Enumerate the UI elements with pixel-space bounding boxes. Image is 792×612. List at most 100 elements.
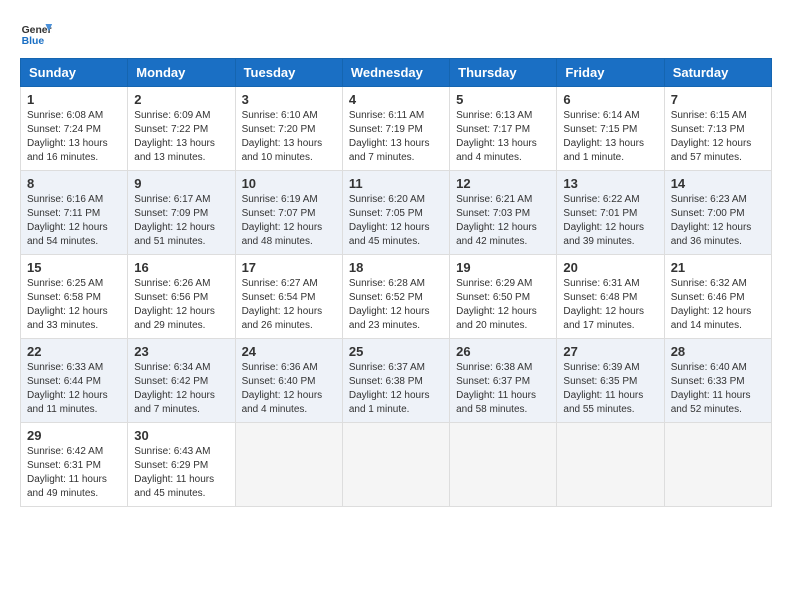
day-number: 5 bbox=[456, 92, 550, 107]
table-row: 23 Sunrise: 6:34 AM Sunset: 6:42 PM Dayli… bbox=[128, 339, 235, 423]
weekday-header-sunday: Sunday bbox=[21, 59, 128, 87]
day-info: Sunrise: 6:13 AM Sunset: 7:17 PM Dayligh… bbox=[456, 109, 550, 165]
day-number: 15 bbox=[27, 260, 121, 275]
calendar-week-2: 8Sunrise: 6:16 AM Sunset: 7:11 PM Daylig… bbox=[21, 171, 772, 255]
table-row: 30 Sunrise: 6:43 AM Sunset: 6:29 PM Dayli… bbox=[128, 423, 235, 507]
table-row: 27 Sunrise: 6:39 AM Sunset: 6:35 PM Dayli… bbox=[557, 339, 664, 423]
table-row: 17 Sunrise: 6:27 AM Sunset: 6:54 PM Dayli… bbox=[235, 255, 342, 339]
day-number: 8 bbox=[27, 176, 121, 191]
table-row: 13 Sunrise: 6:22 AM Sunset: 7:01 PM Dayli… bbox=[557, 171, 664, 255]
day-info: Sunrise: 6:26 AM Sunset: 6:56 PM Dayligh… bbox=[134, 277, 228, 333]
calendar-week-1: 1 Sunrise: 6:08 AM Sunset: 7:24 PM Daylig… bbox=[21, 87, 772, 171]
day-number: 21 bbox=[671, 260, 765, 275]
calendar-week-4: 22 Sunrise: 6:33 AM Sunset: 6:44 PM Dayli… bbox=[21, 339, 772, 423]
table-row bbox=[342, 423, 449, 507]
day-number: 19 bbox=[456, 260, 550, 275]
day-info: Sunrise: 6:28 AM Sunset: 6:52 PM Dayligh… bbox=[349, 277, 443, 333]
day-number: 2 bbox=[134, 92, 228, 107]
day-number: 23 bbox=[134, 344, 228, 359]
table-row bbox=[557, 423, 664, 507]
day-number: 20 bbox=[563, 260, 657, 275]
day-number: 4 bbox=[349, 92, 443, 107]
day-number: 16 bbox=[134, 260, 228, 275]
day-info: Sunrise: 6:31 AM Sunset: 6:48 PM Dayligh… bbox=[563, 277, 657, 333]
day-number: 29 bbox=[27, 428, 121, 443]
day-number: 27 bbox=[563, 344, 657, 359]
day-info: Sunrise: 6:37 AM Sunset: 6:38 PM Dayligh… bbox=[349, 361, 443, 417]
day-info: Sunrise: 6:21 AM Sunset: 7:03 PM Dayligh… bbox=[456, 193, 550, 249]
day-number: 14 bbox=[671, 176, 765, 191]
day-number: 11 bbox=[349, 176, 443, 191]
table-row: 8Sunrise: 6:16 AM Sunset: 7:11 PM Daylig… bbox=[21, 171, 128, 255]
day-number: 9 bbox=[134, 176, 228, 191]
day-info: Sunrise: 6:09 AM Sunset: 7:22 PM Dayligh… bbox=[134, 109, 228, 165]
day-info: Sunrise: 6:19 AM Sunset: 7:07 PM Dayligh… bbox=[242, 193, 336, 249]
day-number: 30 bbox=[134, 428, 228, 443]
weekday-header-tuesday: Tuesday bbox=[235, 59, 342, 87]
table-row: 18 Sunrise: 6:28 AM Sunset: 6:52 PM Dayli… bbox=[342, 255, 449, 339]
day-info: Sunrise: 6:32 AM Sunset: 6:46 PM Dayligh… bbox=[671, 277, 765, 333]
table-row: 16 Sunrise: 6:26 AM Sunset: 6:56 PM Dayli… bbox=[128, 255, 235, 339]
table-row: 21 Sunrise: 6:32 AM Sunset: 6:46 PM Dayli… bbox=[664, 255, 771, 339]
weekday-header-thursday: Thursday bbox=[450, 59, 557, 87]
day-info: Sunrise: 6:08 AM Sunset: 7:24 PM Dayligh… bbox=[27, 109, 121, 165]
day-number: 13 bbox=[563, 176, 657, 191]
day-number: 26 bbox=[456, 344, 550, 359]
day-info: Sunrise: 6:22 AM Sunset: 7:01 PM Dayligh… bbox=[563, 193, 657, 249]
calendar-week-5: 29 Sunrise: 6:42 AM Sunset: 6:31 PM Dayli… bbox=[21, 423, 772, 507]
day-number: 25 bbox=[349, 344, 443, 359]
page-header: General Blue bbox=[20, 20, 772, 48]
day-number: 1 bbox=[27, 92, 121, 107]
table-row: 19 Sunrise: 6:29 AM Sunset: 6:50 PM Dayli… bbox=[450, 255, 557, 339]
day-number: 28 bbox=[671, 344, 765, 359]
day-number: 7 bbox=[671, 92, 765, 107]
table-row bbox=[450, 423, 557, 507]
table-row: 11Sunrise: 6:20 AM Sunset: 7:05 PM Dayli… bbox=[342, 171, 449, 255]
day-info: Sunrise: 6:27 AM Sunset: 6:54 PM Dayligh… bbox=[242, 277, 336, 333]
weekday-header-monday: Monday bbox=[128, 59, 235, 87]
day-info: Sunrise: 6:40 AM Sunset: 6:33 PM Dayligh… bbox=[671, 361, 765, 417]
logo-icon: General Blue bbox=[20, 20, 52, 48]
table-row: 5 Sunrise: 6:13 AM Sunset: 7:17 PM Daylig… bbox=[450, 87, 557, 171]
day-info: Sunrise: 6:23 AM Sunset: 7:00 PM Dayligh… bbox=[671, 193, 765, 249]
day-number: 12 bbox=[456, 176, 550, 191]
day-number: 3 bbox=[242, 92, 336, 107]
day-number: 24 bbox=[242, 344, 336, 359]
table-row: 28 Sunrise: 6:40 AM Sunset: 6:33 PM Dayli… bbox=[664, 339, 771, 423]
table-row: 2 Sunrise: 6:09 AM Sunset: 7:22 PM Daylig… bbox=[128, 87, 235, 171]
table-row: 9Sunrise: 6:17 AM Sunset: 7:09 PM Daylig… bbox=[128, 171, 235, 255]
table-row: 10 Sunrise: 6:19 AM Sunset: 7:07 PM Dayli… bbox=[235, 171, 342, 255]
table-row: 15 Sunrise: 6:25 AM Sunset: 6:58 PM Dayli… bbox=[21, 255, 128, 339]
table-row bbox=[235, 423, 342, 507]
logo: General Blue bbox=[20, 20, 56, 48]
day-info: Sunrise: 6:15 AM Sunset: 7:13 PM Dayligh… bbox=[671, 109, 765, 165]
table-row: 25 Sunrise: 6:37 AM Sunset: 6:38 PM Dayli… bbox=[342, 339, 449, 423]
day-info: Sunrise: 6:39 AM Sunset: 6:35 PM Dayligh… bbox=[563, 361, 657, 417]
table-row: 7 Sunrise: 6:15 AM Sunset: 7:13 PM Daylig… bbox=[664, 87, 771, 171]
weekday-header-wednesday: Wednesday bbox=[342, 59, 449, 87]
day-info: Sunrise: 6:25 AM Sunset: 6:58 PM Dayligh… bbox=[27, 277, 121, 333]
day-info: Sunrise: 6:34 AM Sunset: 6:42 PM Dayligh… bbox=[134, 361, 228, 417]
day-info: Sunrise: 6:42 AM Sunset: 6:31 PM Dayligh… bbox=[27, 445, 121, 501]
calendar-week-3: 15 Sunrise: 6:25 AM Sunset: 6:58 PM Dayli… bbox=[21, 255, 772, 339]
day-number: 17 bbox=[242, 260, 336, 275]
table-row: 26 Sunrise: 6:38 AM Sunset: 6:37 PM Dayli… bbox=[450, 339, 557, 423]
day-number: 22 bbox=[27, 344, 121, 359]
table-row: 1 Sunrise: 6:08 AM Sunset: 7:24 PM Daylig… bbox=[21, 87, 128, 171]
day-info: Sunrise: 6:43 AM Sunset: 6:29 PM Dayligh… bbox=[134, 445, 228, 501]
day-number: 6 bbox=[563, 92, 657, 107]
table-row: 14 Sunrise: 6:23 AM Sunset: 7:00 PM Dayli… bbox=[664, 171, 771, 255]
calendar-header-row: SundayMondayTuesdayWednesdayThursdayFrid… bbox=[21, 59, 772, 87]
day-number: 10 bbox=[242, 176, 336, 191]
table-row: 4 Sunrise: 6:11 AM Sunset: 7:19 PM Daylig… bbox=[342, 87, 449, 171]
day-number: 18 bbox=[349, 260, 443, 275]
table-row: 22 Sunrise: 6:33 AM Sunset: 6:44 PM Dayli… bbox=[21, 339, 128, 423]
day-info: Sunrise: 6:29 AM Sunset: 6:50 PM Dayligh… bbox=[456, 277, 550, 333]
day-info: Sunrise: 6:14 AM Sunset: 7:15 PM Dayligh… bbox=[563, 109, 657, 165]
day-info: Sunrise: 6:33 AM Sunset: 6:44 PM Dayligh… bbox=[27, 361, 121, 417]
table-row: 12 Sunrise: 6:21 AM Sunset: 7:03 PM Dayli… bbox=[450, 171, 557, 255]
table-row: 20 Sunrise: 6:31 AM Sunset: 6:48 PM Dayli… bbox=[557, 255, 664, 339]
day-info: Sunrise: 6:38 AM Sunset: 6:37 PM Dayligh… bbox=[456, 361, 550, 417]
day-info: Sunrise: 6:11 AM Sunset: 7:19 PM Dayligh… bbox=[349, 109, 443, 165]
table-row: 3Sunrise: 6:10 AM Sunset: 7:20 PM Daylig… bbox=[235, 87, 342, 171]
